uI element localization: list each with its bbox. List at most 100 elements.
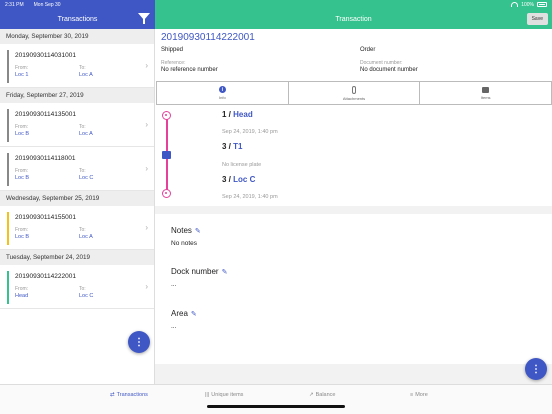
reference-value: No reference number	[161, 67, 218, 73]
from-location: Loc B	[15, 131, 30, 137]
transaction-number: 20190930114222001	[15, 273, 76, 280]
transaction-card[interactable]: 20190930114155001 From: To: Loc B Loc A …	[0, 206, 154, 250]
tab-label: Items	[480, 94, 491, 100]
transaction-header-title: Transaction	[335, 15, 372, 23]
tab-items[interactable]: Items	[420, 82, 551, 104]
chevron-right-icon: ›	[145, 282, 148, 291]
filter-icon[interactable]	[138, 13, 150, 24]
transfer-icon: ⇄	[110, 392, 115, 398]
route-stop-title[interactable]: 3 / Loc C	[222, 175, 255, 184]
barcode-icon: |||	[205, 392, 210, 398]
status-bar	[7, 50, 9, 83]
menu-icon: ≡	[410, 392, 414, 398]
to-label: To:	[79, 124, 86, 130]
tab-label: Unique items	[211, 392, 244, 398]
tab-transactions[interactable]: ⇄ Transactions	[110, 392, 148, 398]
to-location: Loc C	[79, 293, 94, 299]
transaction-number: 20190930114031001	[15, 52, 76, 59]
detail-more-button[interactable]: ⋮	[525, 358, 547, 380]
home-indicator	[207, 405, 345, 408]
from-location: Loc B	[15, 175, 30, 181]
route-stop-title[interactable]: 3 / T1	[222, 142, 242, 151]
divider	[155, 206, 552, 214]
pencil-icon[interactable]: ✎	[195, 227, 201, 235]
transaction-number-title: 20190930114222001	[161, 32, 255, 43]
area-title[interactable]: Area ✎	[171, 309, 197, 318]
left-more-button[interactable]: ⋮	[128, 331, 150, 353]
document-label: Document number:	[360, 60, 403, 66]
status-bar-right: 100%	[155, 0, 552, 9]
transaction-number: 20190930114135001	[15, 111, 76, 118]
battery-percent: 100%	[521, 1, 534, 8]
truck-icon	[162, 151, 171, 159]
from-location: Loc 1	[15, 72, 29, 78]
chevron-right-icon: ›	[145, 61, 148, 70]
route-timeline: 1 / Head Sep 24, 2019, 1:40 pm 3 / T1 No…	[155, 108, 552, 208]
chevron-right-icon: ›	[145, 164, 148, 173]
stop-step: 3 /	[222, 175, 231, 184]
dock-number-value: ...	[171, 281, 177, 288]
tab-balance[interactable]: ↗ Balance	[309, 392, 336, 398]
status-bar	[7, 109, 9, 142]
status-bar	[7, 212, 9, 245]
detail-footer	[155, 364, 552, 384]
from-location: Head	[15, 293, 29, 299]
pencil-icon[interactable]: ✎	[191, 310, 197, 318]
transactions-header: Transactions	[0, 9, 155, 29]
notes-value: No notes	[171, 240, 198, 247]
status-time: 2:31 PM	[5, 1, 24, 8]
transaction-card[interactable]: 20190930114135001 From: To: Loc B Loc A …	[0, 103, 154, 147]
more-vertical-icon: ⋮	[531, 363, 541, 375]
chevron-right-icon: ›	[145, 120, 148, 129]
to-location: Loc A	[79, 234, 93, 240]
status-bar-left: 2:31 PM Mon Sep 30	[0, 0, 155, 9]
to-location: Loc A	[79, 131, 93, 137]
to-location: Loc A	[79, 72, 93, 78]
stop-location: T1	[233, 142, 243, 151]
section-title: Notes	[171, 226, 192, 235]
tab-more[interactable]: ≡ More	[410, 392, 428, 398]
date-header: Wednesday, September 25, 2019	[0, 191, 154, 206]
stop-time: Sep 24, 2019, 1:40 pm	[222, 129, 278, 135]
transaction-card[interactable]: 20190930114118001 From: To: Loc B Loc C …	[0, 147, 154, 191]
pencil-icon[interactable]: ✎	[222, 268, 228, 276]
chevron-right-icon: ›	[145, 223, 148, 232]
transaction-number: 20190930114118001	[15, 155, 76, 162]
location-pin-icon	[162, 189, 171, 198]
save-button[interactable]: Save	[526, 13, 548, 25]
transaction-number: 20190930114155001	[15, 214, 76, 221]
transactions-list[interactable]: Monday, September 30, 2019 2019093011403…	[0, 29, 155, 384]
transaction-state: Shipped	[161, 47, 184, 53]
transaction-card-selected[interactable]: 20190930114222001 From: To: Head Loc C ›	[0, 265, 154, 309]
tab-label: Balance	[315, 392, 336, 398]
location-pin-icon	[162, 111, 171, 120]
more-vertical-icon: ⋮	[134, 336, 144, 348]
section-title: Area	[171, 309, 188, 318]
box-icon	[482, 86, 490, 93]
status-bar	[7, 153, 9, 186]
transactions-title: Transactions	[57, 15, 98, 23]
route-stop-title[interactable]: 1 / Head	[222, 110, 253, 119]
tab-label: More	[415, 392, 428, 398]
transaction-card[interactable]: 20190930114031001 From: To: Loc 1 Loc A …	[0, 44, 154, 88]
tab-attachments[interactable]: Attachments	[289, 82, 421, 104]
tab-label: Transactions	[116, 392, 148, 398]
tab-label: Info	[219, 95, 226, 100]
area-value: ...	[171, 323, 177, 330]
to-label: To:	[79, 65, 86, 71]
to-label: To:	[79, 286, 86, 292]
from-label: From:	[15, 65, 29, 71]
tab-unique-items[interactable]: ||| Unique items	[205, 392, 243, 398]
transaction-detail: 20190930114222001 Shipped Order Referenc…	[155, 29, 552, 384]
dock-number-title[interactable]: Dock number ✎	[171, 267, 227, 276]
stop-location: Loc C	[233, 175, 256, 184]
status-bar	[7, 271, 9, 304]
paperclip-icon	[352, 85, 356, 94]
date-header: Monday, September 30, 2019	[0, 29, 154, 44]
notes-title[interactable]: Notes ✎	[171, 226, 201, 235]
detail-tabs: i Info Attachments Items	[156, 81, 552, 105]
from-location: Loc B	[15, 234, 30, 240]
status-date: Mon Sep 30	[33, 1, 61, 8]
tab-info[interactable]: i Info	[157, 82, 289, 104]
date-header: Friday, September 27, 2019	[0, 88, 154, 103]
